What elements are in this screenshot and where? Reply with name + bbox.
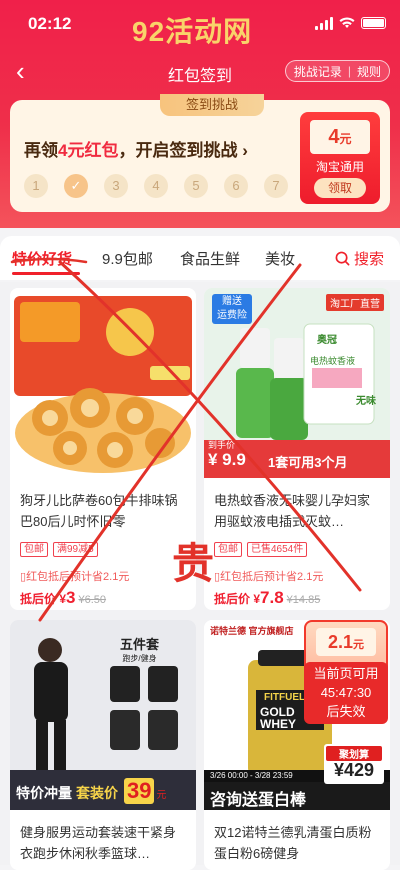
original-price: ¥14.85: [286, 594, 321, 606]
nav-actions: 挑战记录 | 规则: [284, 60, 390, 82]
coupon-amount: 4元: [310, 120, 370, 154]
coupon[interactable]: 4元 淘宝通用 领取: [300, 112, 380, 204]
category-tabs: 特价好货 9.9包邮 食品生鲜 美妆 搜索: [0, 236, 400, 280]
tab-food[interactable]: 食品生鲜: [180, 248, 240, 269]
bonus-amount: 2.1元: [316, 628, 376, 656]
product-card[interactable]: 诺特兰德 官方旗舰店 FITFUEL GOLD WHEY 3/26 00:00 …: [204, 620, 390, 870]
active-tab-underline: [12, 272, 80, 275]
challenge-record-link[interactable]: 挑战记录: [294, 63, 342, 80]
headline-suffix: ，开启签到挑战 ›: [118, 141, 248, 160]
signin-steps: 1 ✓ 3 4 5 6 7: [24, 174, 288, 198]
product-image: 赠送 运费险 淘工厂直营 奥冠 电热蚊香液 无味 到手价 ¥ 9.9 1套可用3个月: [204, 288, 390, 478]
badge: 已售4654件: [247, 542, 308, 557]
status-time: 02:12: [28, 14, 72, 33]
usage-banner: 1套可用3个月: [268, 455, 348, 470]
product-title: 狗牙儿比萨卷60包牛排味锅巴80后儿时怀旧零: [20, 493, 178, 529]
product-card[interactable]: 赠送 运费险 淘工厂直营 奥冠 电热蚊香液 无味 到手价 ¥ 9.9 1套可用3个月…: [204, 288, 390, 610]
price-prefix: 抵后价: [214, 592, 254, 606]
nav-separator: |: [347, 64, 351, 78]
tab-specials[interactable]: 特价好货: [12, 248, 72, 269]
header: 02:12 92活动网 ‹ 红包签到 挑战记录 | 规则 签到挑战 再领4元红包…: [0, 0, 400, 228]
search-button[interactable]: 搜索: [335, 248, 384, 269]
original-price: ¥6.50: [78, 594, 107, 606]
savings-text: ▯红包抵后预计省2.1元: [20, 571, 130, 583]
step-1: 1: [24, 174, 48, 198]
status-icons: [315, 16, 386, 30]
tab-beauty[interactable]: 美妆: [265, 248, 295, 269]
battery-icon: [361, 17, 386, 29]
product-title: 健身服男运动套装速干紧身衣跑步休闲秋季篮球…: [20, 825, 177, 861]
brand-label: FITFUEL: [264, 692, 306, 703]
badge: 满99减5: [53, 542, 98, 557]
badge: 包邮: [214, 542, 242, 557]
promo-banner: 特价冲量 套装价 39 元: [16, 778, 167, 804]
headline-amount: 4元红包: [58, 141, 119, 160]
price-prefix: 抵后价: [20, 592, 60, 606]
product-badges: 包邮 已售4654件: [214, 542, 308, 557]
status-bar: 02:12 92活动网: [0, 12, 400, 47]
step-6: 6: [224, 174, 248, 198]
badge: 包邮: [20, 542, 48, 557]
savings-text: ▯红包抵后预计省2.1元: [214, 571, 324, 583]
site-title: 92活动网: [132, 16, 253, 47]
signin-headline[interactable]: 再领4元红包，开启签到挑战 ›: [24, 136, 248, 161]
bonus-badge[interactable]: 2.1元 当前页可用 45:47:30 后失效: [304, 620, 388, 724]
step-5: 5: [184, 174, 208, 198]
gift-banner: 咨询送蛋白棒: [210, 792, 307, 809]
step-7: 7: [264, 174, 288, 198]
product-image: 诺特兰德 官方旗舰店 FITFUEL GOLD WHEY 3/26 00:00 …: [204, 620, 390, 810]
watermark-char: 贵: [172, 539, 215, 588]
price-row: 抵后价 ¥3 ¥6.50: [20, 588, 106, 608]
signin-tag: 签到挑战: [160, 94, 264, 116]
step-2-check-icon: ✓: [64, 174, 88, 198]
headline-prefix: 再领: [24, 141, 58, 160]
step-3: 3: [104, 174, 128, 198]
product-card[interactable]: 狗牙儿比萨卷60包牛排味锅巴80后儿时怀旧零 包邮 满99减5 ▯红包抵后预计省…: [10, 288, 196, 610]
nav-bar: ‹ 红包签到 挑战记录 | 规则: [0, 58, 400, 88]
deal-label: 聚划算 ¥429: [326, 746, 382, 779]
signal-icon: [315, 16, 333, 30]
wifi-icon: [339, 17, 355, 28]
tasteless-label: 无味: [356, 396, 376, 407]
search-label: 搜索: [353, 251, 384, 268]
date-range: 3/26 00:00 - 3/28 23:59: [210, 771, 293, 780]
tab-9-9[interactable]: 9.9包邮: [102, 248, 153, 269]
bonus-info: 当前页可用 45:47:30 后失效: [304, 662, 388, 724]
search-icon: [335, 251, 350, 266]
product-image: 五件套 跑步/健身 特价冲量 套装价 39 元: [10, 620, 196, 810]
price: 7.8: [260, 588, 284, 607]
hand-price: 到手价 ¥ 9.9: [208, 440, 246, 469]
product-title: 电热蚊香液无味婴儿孕妇家用驱蚊液电插式灭蚊…: [214, 493, 371, 529]
product-card[interactable]: 五件套 跑步/健身 特价冲量 套装价 39 元 健身服男运动套装速干紧身衣跑步休闲…: [10, 620, 196, 870]
set-label: 五件套 跑步/健身: [120, 637, 160, 663]
product-title: 双12诺特兰德乳清蛋白质粉蛋白粉6磅健身: [214, 825, 372, 861]
price: 3: [66, 588, 76, 607]
product-badges: 包邮 满99减5: [20, 542, 98, 557]
liquid-label: 电热蚊香液: [310, 356, 356, 366]
signin-challenge-card[interactable]: 签到挑战 再领4元红包，开启签到挑战 › 1 ✓ 3 4 5 6 7 4元 淘宝…: [10, 94, 390, 212]
step-4: 4: [144, 174, 168, 198]
price-row: 抵后价 ¥7.8 ¥14.85: [214, 588, 320, 608]
brand-label: 奥冠: [317, 335, 337, 346]
claim-button[interactable]: 领取: [314, 178, 366, 198]
coupon-scope: 淘宝通用: [315, 160, 364, 174]
product-image: [10, 288, 196, 478]
rules-link[interactable]: 规则: [357, 63, 381, 80]
